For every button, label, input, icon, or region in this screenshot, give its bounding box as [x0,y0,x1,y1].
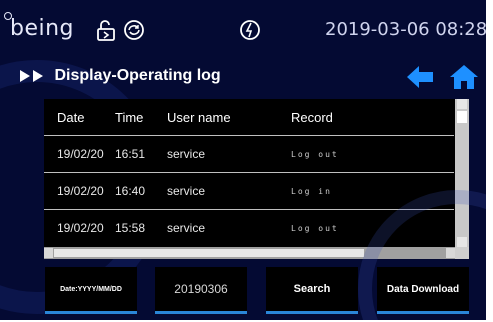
lock-icon[interactable] [95,18,119,42]
cell-date: 19/02/20 [44,135,114,173]
scroll-right-arrow-icon[interactable] [446,248,455,258]
table-row[interactable]: 19/02/20 16:51 service Log out [44,135,454,173]
table-row[interactable]: 19/02/20 16:40 service Log in [44,172,454,210]
date-input[interactable]: 20190306 [155,267,247,314]
search-button[interactable]: Search [266,267,358,314]
horizontal-scrollbar[interactable] [44,247,455,259]
cell-user: service [166,172,290,210]
horizontal-scroll-thumb[interactable] [54,249,364,257]
cell-record: Log in [290,172,454,210]
hmi-screen: being 2019-03-06 08:28:49 Display-Operat… [0,0,486,320]
date-format-button[interactable]: Date:YYYY/MM/DD [45,267,137,314]
scrollbar-corner [455,247,469,259]
table-row[interactable]: 19/02/20 15:58 service Log out [44,209,454,246]
cell-user: service [166,209,290,246]
column-header-record: Record [291,109,333,125]
cell-record: Log out [290,135,454,173]
cell-time: 15:58 [114,209,166,246]
logo-text: being [10,16,75,41]
home-icon[interactable] [449,64,479,90]
brand-logo: being [4,12,75,41]
datetime-display: 2019-03-06 08:28:49 [325,19,486,40]
table-header-row: Date Time User name Record [44,99,454,136]
operating-log-table[interactable]: Date Time User name Record 19/02/20 16:5… [44,99,469,259]
scroll-left-arrow-icon[interactable] [44,248,53,258]
back-arrow-icon[interactable] [405,64,435,90]
column-header-user: User name [167,109,231,125]
cell-time: 16:51 [114,135,166,173]
vertical-scroll-thumb[interactable] [457,111,467,123]
sync-icon[interactable] [122,18,146,42]
logo-dot [4,12,12,20]
cell-time: 16:40 [114,172,166,210]
cell-record: Log out [290,209,454,246]
double-play-icon [20,69,43,82]
cell-date: 19/02/20 [44,209,114,246]
column-header-date: Date [57,109,85,125]
scroll-down-arrow-icon[interactable] [457,237,467,247]
page-title-row: Display-Operating log [20,67,221,85]
cell-date: 19/02/20 [44,172,114,210]
data-download-button[interactable]: Data Download [377,267,469,314]
page-title: Display-Operating log [54,67,221,84]
column-header-time: Time [115,109,144,125]
vertical-scrollbar[interactable] [455,99,469,247]
power-icon[interactable] [238,18,262,42]
scroll-up-arrow-icon[interactable] [457,99,467,109]
cell-user: service [166,135,290,173]
